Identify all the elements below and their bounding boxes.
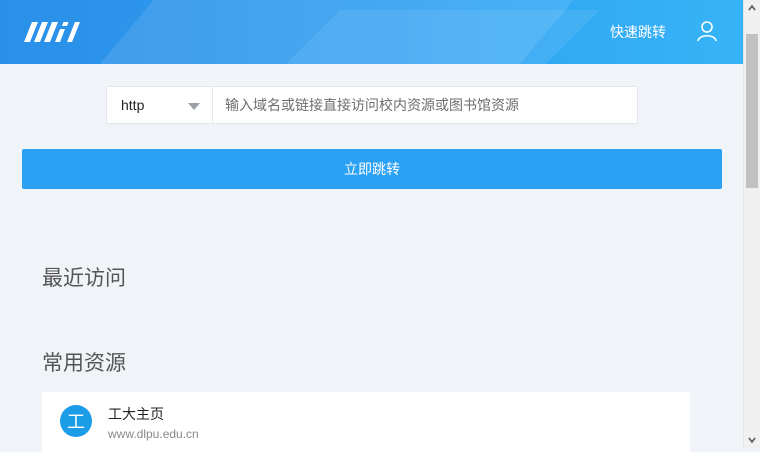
chevron-down-icon <box>188 103 200 110</box>
user-icon[interactable] <box>696 20 718 42</box>
url-input[interactable] <box>213 87 637 123</box>
resource-url: www.dlpu.edu.cn <box>108 427 199 441</box>
resource-name: 工大主页 <box>108 406 164 422</box>
protocol-value: http <box>121 97 145 113</box>
protocol-select[interactable]: http <box>107 87 213 123</box>
url-bar: http <box>106 86 638 124</box>
scroll-down-icon[interactable] <box>744 432 760 448</box>
quick-jump-link[interactable]: 快速跳转 <box>610 22 666 42</box>
common-resources-title: 常用资源 <box>42 352 126 375</box>
top-header: 快速跳转 <box>0 0 744 64</box>
recent-visits-title: 最近访问 <box>42 267 126 290</box>
site-logo[interactable] <box>22 20 84 44</box>
scroll-thumb[interactable] <box>746 34 758 188</box>
jump-button[interactable]: 立即跳转 <box>22 149 722 189</box>
scroll-up-icon[interactable] <box>744 0 760 16</box>
resource-avatar: 工 <box>60 405 92 437</box>
resource-card[interactable]: 工 工大主页 www.dlpu.edu.cn <box>42 392 690 452</box>
scrollbar[interactable] <box>743 0 760 448</box>
